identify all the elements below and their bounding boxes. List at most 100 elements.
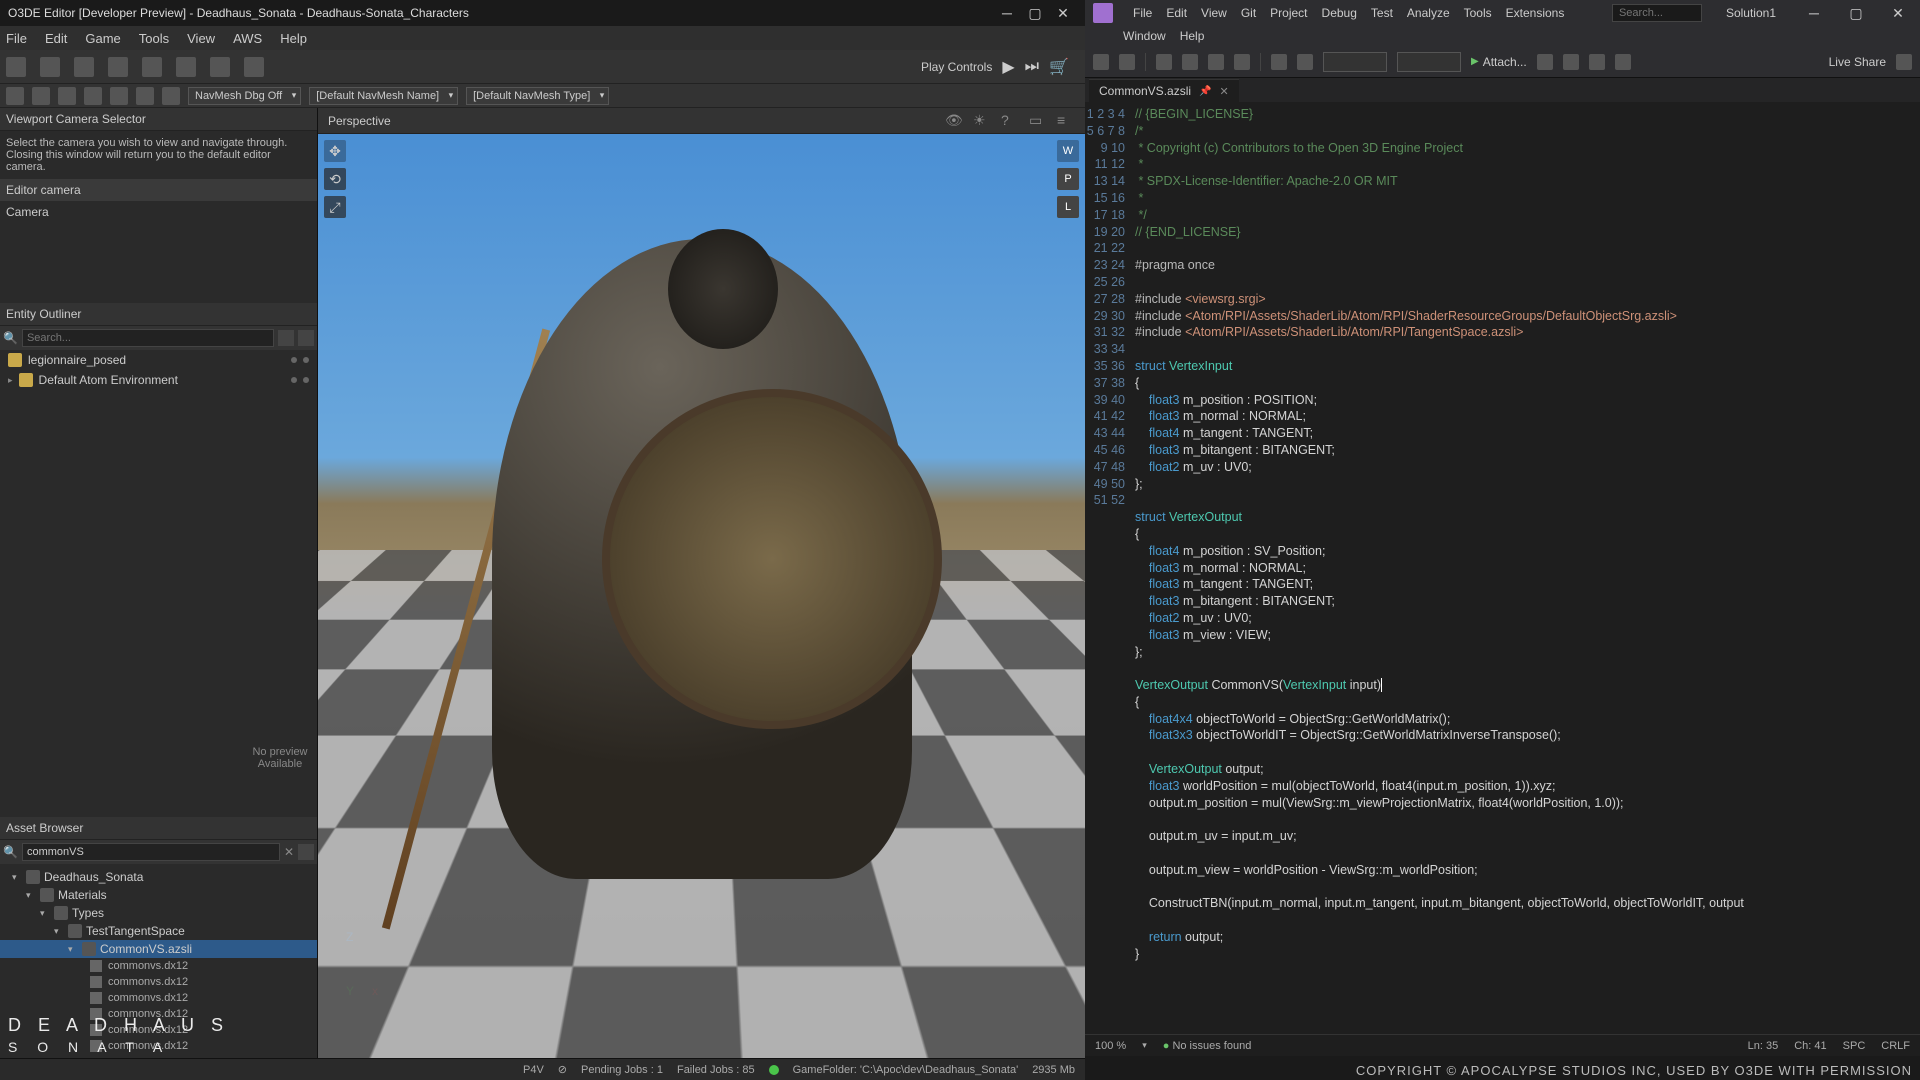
vs-menu-git[interactable]: Git <box>1241 6 1256 20</box>
live-share-button[interactable]: Live Share <box>1829 55 1886 69</box>
menu-help[interactable]: Help <box>280 31 307 46</box>
vs-solution[interactable]: Solution1 <box>1716 6 1786 20</box>
camera-item-editor[interactable]: Editor camera <box>0 179 317 201</box>
close-icon[interactable]: ✕ <box>1884 3 1912 23</box>
tree-item[interactable]: ▾Deadhaus_Sonata <box>0 868 317 886</box>
vs-menu-window[interactable]: Window <box>1123 29 1166 43</box>
menu-tools[interactable]: Tools <box>139 31 169 46</box>
tree-item[interactable]: ▾Materials <box>0 886 317 904</box>
maximize-icon[interactable]: ▢ <box>1021 3 1049 23</box>
menu-file[interactable]: File <box>6 31 27 46</box>
navmesh-type-dd[interactable]: [Default NavMesh Type] <box>466 87 609 105</box>
vs-menu-edit[interactable]: Edit <box>1166 6 1187 20</box>
vs-search-input[interactable] <box>1612 4 1702 22</box>
pin-icon[interactable]: 📌 <box>1199 86 1211 97</box>
camera-item[interactable]: Camera <box>0 201 317 223</box>
cube-icon[interactable] <box>142 57 162 77</box>
vr-icon[interactable] <box>108 57 128 77</box>
outliner-item[interactable]: ▸ Default Atom Environment <box>0 370 317 390</box>
nav-icon[interactable] <box>110 87 128 105</box>
vs-menu-project[interactable]: Project <box>1270 6 1307 20</box>
asset-search[interactable] <box>22 843 280 861</box>
outliner-item[interactable]: legionnaire_posed <box>0 350 317 370</box>
rotate-gizmo-icon[interactable]: ⟲ <box>324 168 346 190</box>
nav-icon[interactable] <box>84 87 102 105</box>
open-icon[interactable] <box>1182 54 1198 70</box>
brush-icon[interactable] <box>74 57 94 77</box>
ratio-icon[interactable]: ▭ <box>1029 112 1047 130</box>
vs-menu-view[interactable]: View <box>1201 6 1227 20</box>
nav-icon[interactable] <box>162 87 180 105</box>
hamburger-icon[interactable]: ≡ <box>1057 112 1075 130</box>
nav-icon[interactable] <box>32 87 50 105</box>
save-icon[interactable] <box>1208 54 1224 70</box>
filter-icon[interactable] <box>298 844 314 860</box>
nav-icon[interactable] <box>136 87 154 105</box>
vs-menu-file[interactable]: File <box>1133 6 1152 20</box>
redo-icon[interactable] <box>1297 54 1313 70</box>
code-editor[interactable]: 1 2 3 4 5 6 7 8 9 10 11 12 13 14 15 16 1… <box>1085 102 1920 1034</box>
snap-icon[interactable] <box>176 57 196 77</box>
clear-icon[interactable]: ✕ <box>284 845 294 859</box>
sort-icon[interactable] <box>298 330 314 346</box>
cart-icon[interactable]: 🛒 <box>1049 57 1069 77</box>
minimize-icon[interactable]: ─ <box>1800 3 1828 23</box>
globe-icon[interactable] <box>210 57 230 77</box>
tb-icon[interactable] <box>1615 54 1631 70</box>
menu-game[interactable]: Game <box>85 31 120 46</box>
move-gizmo-icon[interactable]: ✥ <box>324 140 346 162</box>
maximize-icon[interactable]: ▢ <box>1842 3 1870 23</box>
sun-icon[interactable]: ☀ <box>973 112 991 130</box>
attach-button[interactable]: Attach... <box>1471 55 1527 69</box>
platform-dd[interactable] <box>1397 52 1461 72</box>
tb-icon[interactable] <box>1589 54 1605 70</box>
tree-item[interactable]: ▾Types <box>0 904 317 922</box>
navmesh-name-dd[interactable]: [Default NavMesh Name] <box>309 87 458 105</box>
minimize-icon[interactable]: ─ <box>993 3 1021 23</box>
new-icon[interactable] <box>1156 54 1172 70</box>
save-all-icon[interactable] <box>1234 54 1250 70</box>
vs-menu-analyze[interactable]: Analyze <box>1407 6 1450 20</box>
play-icon[interactable]: ▶ <box>1002 57 1014 77</box>
nav-back-icon[interactable] <box>1093 54 1109 70</box>
nav-fwd-icon[interactable] <box>1119 54 1135 70</box>
feedback-icon[interactable] <box>1896 54 1912 70</box>
undo-icon[interactable] <box>6 57 26 77</box>
vs-menu-extensions[interactable]: Extensions <box>1506 6 1565 20</box>
tree-item-selected[interactable]: ▾CommonVS.azsli <box>0 940 317 958</box>
menu-edit[interactable]: Edit <box>45 31 67 46</box>
nav-icon[interactable] <box>6 87 24 105</box>
zoom-level[interactable]: 100 % <box>1095 1040 1126 1052</box>
editor-tab[interactable]: CommonVS.azsli 📌 ✕ <box>1089 79 1239 102</box>
save-icon[interactable] <box>40 57 60 77</box>
magnify-icon[interactable] <box>244 57 264 77</box>
viewport-3d[interactable]: ✥ ⟲ ⤢ W P L Z Y x <box>318 134 1085 1058</box>
snap-local-button[interactable]: L <box>1057 196 1079 218</box>
nav-icon[interactable] <box>58 87 76 105</box>
navmesh-debug-dd[interactable]: NavMesh Dbg Off <box>188 87 301 105</box>
outliner-search[interactable] <box>22 329 274 347</box>
menu-aws[interactable]: AWS <box>233 31 262 46</box>
camera-mode-icon[interactable]: 👁 <box>945 112 963 130</box>
vs-menu-tools[interactable]: Tools <box>1464 6 1492 20</box>
tree-item[interactable]: ▾TestTangentSpace <box>0 922 317 940</box>
step-icon[interactable]: ⏭ <box>1025 58 1039 76</box>
file-item[interactable]: commonvs.dx12 <box>0 990 317 1006</box>
snap-parent-button[interactable]: P <box>1057 168 1079 190</box>
file-item[interactable]: commonvs.dx12 <box>0 958 317 974</box>
help-icon[interactable]: ? <box>1001 112 1019 130</box>
undo-icon[interactable] <box>1271 54 1287 70</box>
filter-icon[interactable] <box>278 330 294 346</box>
vs-menu-test[interactable]: Test <box>1371 6 1393 20</box>
tb-icon[interactable] <box>1563 54 1579 70</box>
menu-view[interactable]: View <box>187 31 215 46</box>
config-dd[interactable] <box>1323 52 1387 72</box>
vs-menu-help[interactable]: Help <box>1180 29 1205 43</box>
scale-gizmo-icon[interactable]: ⤢ <box>324 196 346 218</box>
code-content[interactable]: // {BEGIN_LICENSE} /* * Copyright (c) Co… <box>1135 102 1920 1034</box>
snap-world-button[interactable]: W <box>1057 140 1079 162</box>
vs-menu-debug[interactable]: Debug <box>1322 6 1357 20</box>
tb-icon[interactable] <box>1537 54 1553 70</box>
file-item[interactable]: commonvs.dx12 <box>0 974 317 990</box>
close-tab-icon[interactable]: ✕ <box>1219 85 1228 98</box>
